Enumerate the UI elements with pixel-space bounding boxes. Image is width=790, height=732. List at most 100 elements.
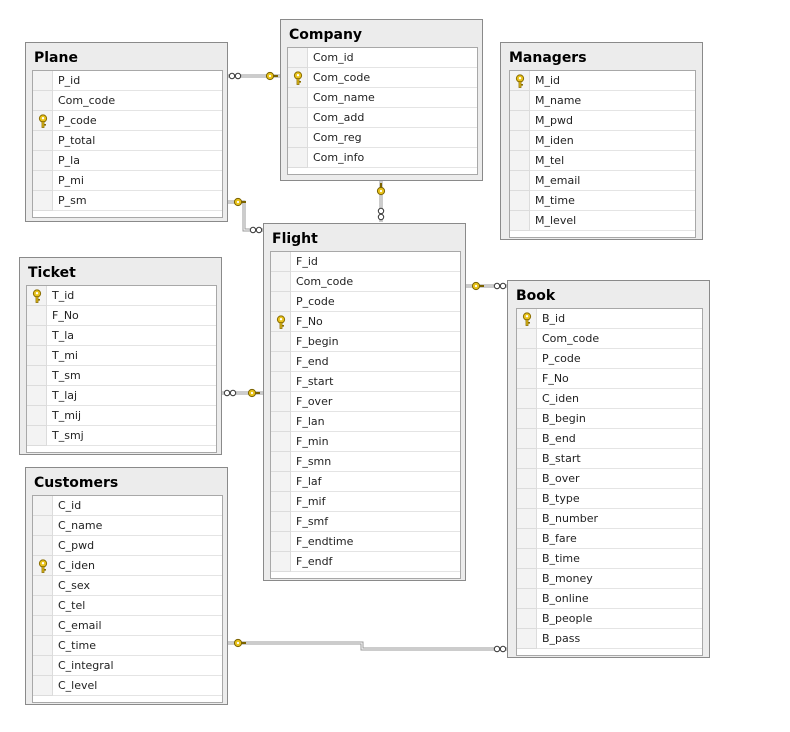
row-selector[interactable]: [33, 131, 53, 151]
column-row[interactable]: F_endtime: [271, 532, 460, 552]
column-row[interactable]: Com_code: [271, 272, 460, 292]
column-row[interactable]: C_tel: [33, 596, 222, 616]
row-selector[interactable]: [27, 426, 47, 446]
table-customers[interactable]: Customers C_id C_name C_pwd C_iden C_sex C_tel…: [25, 467, 228, 705]
column-row[interactable]: C_sex: [33, 576, 222, 596]
column-row[interactable]: B_start: [517, 449, 702, 469]
row-selector[interactable]: [271, 412, 291, 432]
column-row[interactable]: M_time: [510, 191, 695, 211]
row-selector[interactable]: [33, 516, 53, 536]
row-selector[interactable]: [33, 596, 53, 616]
column-row[interactable]: C_iden: [33, 556, 222, 576]
column-row[interactable]: C_iden: [517, 389, 702, 409]
row-selector[interactable]: [517, 589, 537, 609]
row-selector[interactable]: [33, 536, 53, 556]
column-row[interactable]: Com_name: [288, 88, 477, 108]
row-selector[interactable]: [288, 148, 308, 168]
row-selector[interactable]: [271, 512, 291, 532]
column-row[interactable]: T_laj: [27, 386, 216, 406]
column-row[interactable]: P_sm: [33, 191, 222, 211]
column-row[interactable]: F_No: [27, 306, 216, 326]
table-ticket[interactable]: Ticket T_id F_No T_la T_mi T_sm T_laj T_mij T_sm…: [19, 257, 222, 455]
row-selector[interactable]: [27, 306, 47, 326]
column-row[interactable]: T_mi: [27, 346, 216, 366]
row-selector[interactable]: [271, 552, 291, 572]
row-selector[interactable]: [33, 191, 53, 211]
column-row[interactable]: M_tel: [510, 151, 695, 171]
column-row[interactable]: C_pwd: [33, 536, 222, 556]
row-selector[interactable]: [288, 68, 308, 88]
column-row[interactable]: F_min: [271, 432, 460, 452]
column-row[interactable]: B_pass: [517, 629, 702, 649]
row-selector[interactable]: [33, 171, 53, 191]
column-row[interactable]: F_No: [517, 369, 702, 389]
column-row[interactable]: B_number: [517, 509, 702, 529]
table-book[interactable]: Book B_id Com_code P_code F_No C_iden B_begin B…: [507, 280, 710, 658]
row-selector[interactable]: [517, 429, 537, 449]
row-selector[interactable]: [271, 252, 291, 272]
column-row[interactable]: P_id: [33, 71, 222, 91]
column-row[interactable]: F_end: [271, 352, 460, 372]
row-selector[interactable]: [33, 636, 53, 656]
row-selector[interactable]: [33, 91, 53, 111]
row-selector[interactable]: [517, 549, 537, 569]
column-row[interactable]: B_begin: [517, 409, 702, 429]
table-managers[interactable]: Managers M_id M_name M_pwd M_iden M_tel M_emai…: [500, 42, 703, 240]
column-row[interactable]: B_id: [517, 309, 702, 329]
row-selector[interactable]: [271, 272, 291, 292]
row-selector[interactable]: [27, 366, 47, 386]
row-selector[interactable]: [517, 509, 537, 529]
column-row[interactable]: F_No: [271, 312, 460, 332]
row-selector[interactable]: [33, 616, 53, 636]
row-selector[interactable]: [288, 88, 308, 108]
row-selector[interactable]: [27, 346, 47, 366]
column-row[interactable]: M_iden: [510, 131, 695, 151]
column-row[interactable]: Com_reg: [288, 128, 477, 148]
row-selector[interactable]: [271, 452, 291, 472]
column-row[interactable]: C_integral: [33, 656, 222, 676]
row-selector[interactable]: [33, 71, 53, 91]
row-selector[interactable]: [33, 151, 53, 171]
row-selector[interactable]: [510, 131, 530, 151]
row-selector[interactable]: [27, 326, 47, 346]
row-selector[interactable]: [288, 128, 308, 148]
row-selector[interactable]: [510, 71, 530, 91]
row-selector[interactable]: [33, 496, 53, 516]
row-selector[interactable]: [517, 409, 537, 429]
row-selector[interactable]: [517, 389, 537, 409]
row-selector[interactable]: [271, 532, 291, 552]
row-selector[interactable]: [271, 432, 291, 452]
row-selector[interactable]: [27, 386, 47, 406]
column-row[interactable]: P_code: [271, 292, 460, 312]
row-selector[interactable]: [271, 332, 291, 352]
row-selector[interactable]: [288, 48, 308, 68]
row-selector[interactable]: [517, 489, 537, 509]
row-selector[interactable]: [510, 211, 530, 231]
column-row[interactable]: F_start: [271, 372, 460, 392]
column-row[interactable]: T_sm: [27, 366, 216, 386]
column-row[interactable]: F_lan: [271, 412, 460, 432]
table-flight[interactable]: Flight F_id Com_code P_code F_No F_begin F_end…: [263, 223, 466, 581]
row-selector[interactable]: [27, 286, 47, 306]
row-selector[interactable]: [510, 151, 530, 171]
column-row[interactable]: P_total: [33, 131, 222, 151]
column-row[interactable]: C_id: [33, 496, 222, 516]
column-row[interactable]: Com_id: [288, 48, 477, 68]
row-selector[interactable]: [33, 576, 53, 596]
row-selector[interactable]: [271, 392, 291, 412]
row-selector[interactable]: [271, 492, 291, 512]
column-row[interactable]: B_time: [517, 549, 702, 569]
column-row[interactable]: B_money: [517, 569, 702, 589]
column-row[interactable]: P_code: [517, 349, 702, 369]
column-row[interactable]: M_level: [510, 211, 695, 231]
column-row[interactable]: F_begin: [271, 332, 460, 352]
row-selector[interactable]: [510, 191, 530, 211]
row-selector[interactable]: [517, 349, 537, 369]
column-row[interactable]: F_over: [271, 392, 460, 412]
row-selector[interactable]: [271, 372, 291, 392]
row-selector[interactable]: [33, 111, 53, 131]
column-row[interactable]: F_mif: [271, 492, 460, 512]
row-selector[interactable]: [271, 312, 291, 332]
row-selector[interactable]: [271, 292, 291, 312]
row-selector[interactable]: [27, 406, 47, 426]
